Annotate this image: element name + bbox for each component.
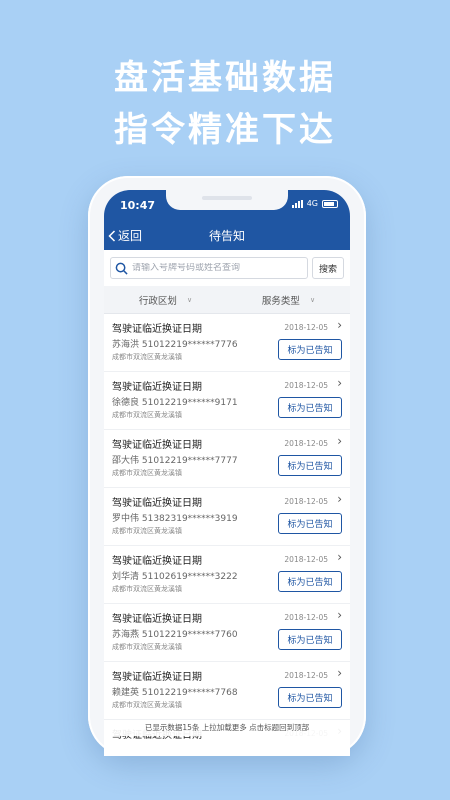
search-bar: 搜索 [104, 250, 350, 286]
filter-service-type-label: 服务类型 [261, 295, 300, 307]
item-date: 2018-12-05 [284, 323, 328, 332]
chevron-right-icon[interactable]: › [337, 492, 342, 506]
mark-notified-button[interactable]: 标为已告知 [278, 687, 342, 708]
headline-line-2: 指令精准下达 [114, 110, 336, 150]
back-label: 返回 [118, 229, 143, 243]
list-item[interactable]: 驾驶证临近换证日期 苏海洪 51012219******7776 成都市双流区黄… [104, 314, 350, 371]
chevron-down-icon: ∨ [186, 295, 193, 304]
filter-service-type[interactable]: 服务类型 ∨ [227, 286, 350, 313]
chevron-down-icon: ∨ [309, 295, 316, 304]
filter-region[interactable]: 行政区划 ∨ [104, 286, 227, 313]
list-item[interactable]: 驾驶证临近换证日期 赖建英 51012219******7768 成都市双流区黄… [104, 662, 350, 719]
speaker-grille [202, 196, 252, 200]
chevron-right-icon[interactable]: › [337, 550, 342, 564]
nav-bar: 返回 待告知 [104, 220, 350, 250]
item-date: 2018-12-05 [284, 671, 328, 680]
mark-notified-button[interactable]: 标为已告知 [278, 455, 342, 476]
filter-bar: 行政区划 ∨ 服务类型 ∨ [104, 286, 350, 314]
phone-frame: 10:47 4G 返回 待告知 搜索 行政区划 [88, 176, 366, 756]
search-box [110, 257, 308, 279]
chevron-right-icon[interactable]: › [337, 318, 342, 332]
signal-icon [291, 199, 303, 208]
list-item[interactable]: 驾驶证临近换证日期 苏海燕 51012219******7760 成都市双流区黄… [104, 604, 350, 661]
network-type: 4G [306, 199, 318, 208]
phone-notch [166, 190, 288, 210]
chevron-right-icon[interactable]: › [337, 376, 342, 390]
item-date: 2018-12-05 [284, 613, 328, 622]
item-date: 2018-12-05 [284, 497, 328, 506]
item-date: 2018-12-05 [284, 439, 328, 448]
search-icon [115, 262, 128, 275]
mark-notified-button[interactable]: 标为已告知 [278, 339, 342, 360]
list-item[interactable]: 驾驶证临近换证日期 邵大伟 51012219******7777 成都市双流区黄… [104, 430, 350, 487]
chevron-right-icon[interactable]: › [337, 434, 342, 448]
status-indicators: 4G [291, 199, 338, 208]
status-time: 10:47 [120, 199, 156, 212]
item-date: 2018-12-05 [284, 555, 328, 564]
chevron-right-icon[interactable]: › [337, 608, 342, 622]
battery-icon [322, 199, 338, 208]
list-item[interactable]: 驾驶证临近换证日期 刘华清 51102619******3222 成都市双流区黄… [104, 546, 350, 603]
headline-line-1: 盘活基础数据 [114, 58, 336, 98]
back-button[interactable]: 返回 [108, 227, 142, 244]
load-more-hint[interactable]: 已显示数据15条 上拉加载更多 点击标题回到顶部 [104, 720, 350, 736]
list-item[interactable]: 驾驶证临近换证日期 徐德良 51012219******9171 成都市双流区黄… [104, 372, 350, 429]
status-bar: 10:47 4G [104, 190, 350, 220]
mark-notified-button[interactable]: 标为已告知 [278, 513, 342, 534]
notice-list: 驾驶证临近换证日期 苏海洪 51012219******7776 成都市双流区黄… [104, 314, 350, 756]
chevron-right-icon[interactable]: › [337, 666, 342, 680]
mark-notified-button[interactable]: 标为已告知 [278, 397, 342, 418]
item-date: 2018-12-05 [284, 381, 328, 390]
list-item[interactable]: 驾驶证临近换证日期 罗中伟 51382319******3919 成都市双流区黄… [104, 488, 350, 545]
mark-notified-button[interactable]: 标为已告知 [278, 629, 342, 650]
mark-notified-button[interactable]: 标为已告知 [278, 571, 342, 592]
search-button[interactable]: 搜索 [311, 257, 344, 279]
search-input[interactable] [132, 263, 307, 273]
filter-region-label: 行政区划 [138, 295, 177, 307]
chevron-left-icon [108, 229, 116, 242]
phone-screen: 10:47 4G 返回 待告知 搜索 行政区划 [104, 190, 350, 756]
